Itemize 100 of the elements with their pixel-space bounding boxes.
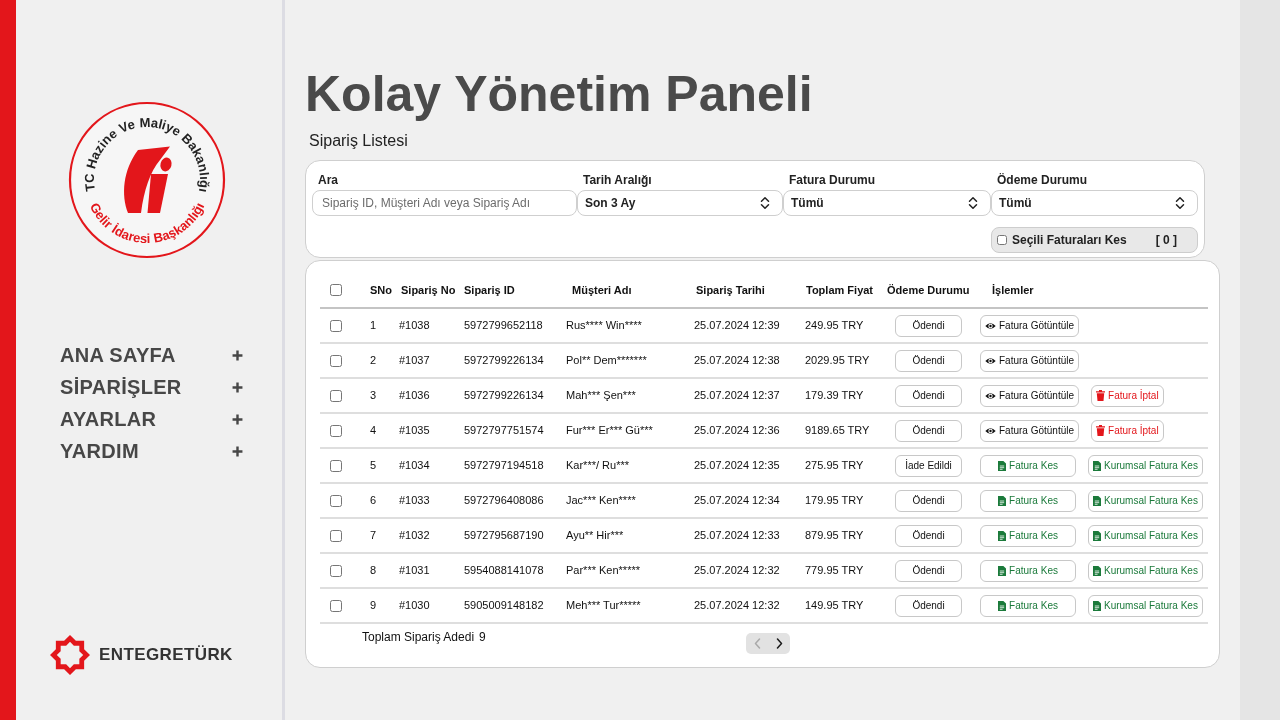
filter-label: Ara bbox=[317, 173, 338, 187]
table-cell: 3 bbox=[354, 378, 395, 413]
next-page-button[interactable] bbox=[768, 633, 790, 654]
select-field[interactable]: Son 3 Ay bbox=[577, 190, 783, 216]
table-cell: Meh*** Tur***** bbox=[560, 588, 690, 623]
issue-invoice-button[interactable]: Fatura Kes bbox=[980, 524, 1076, 547]
cancel-invoice-button[interactable]: Fatura İptal bbox=[1091, 384, 1164, 407]
row-checkbox[interactable] bbox=[330, 599, 342, 612]
column-header: Toplam Fiyat bbox=[800, 273, 883, 308]
table-cell: 25.07.2024 12:35 bbox=[690, 448, 800, 483]
issue-invoice-button[interactable]: Fatura Kes bbox=[980, 559, 1076, 582]
table-cell: 25.07.2024 12:36 bbox=[690, 413, 800, 448]
payment-status-button[interactable]: Ödendi bbox=[895, 594, 962, 617]
row-checkbox[interactable] bbox=[330, 354, 342, 367]
column-header: Sipariş Tarihi bbox=[690, 273, 800, 308]
row-checkbox[interactable] bbox=[330, 529, 342, 542]
table-cell: Jac*** Ken**** bbox=[560, 483, 690, 518]
row-checkbox[interactable] bbox=[330, 494, 342, 507]
payment-status-button[interactable]: Ödendi bbox=[895, 384, 962, 407]
corporate-invoice-button[interactable]: Kurumsal Fatura Kes bbox=[1088, 594, 1203, 617]
row-checkbox[interactable] bbox=[330, 564, 342, 577]
nav-link[interactable]: YARDIM bbox=[60, 435, 243, 467]
document-icon bbox=[998, 495, 1007, 506]
document-icon bbox=[1093, 600, 1101, 611]
table-cell: 25.07.2024 12:33 bbox=[690, 518, 800, 553]
document-icon bbox=[1093, 495, 1101, 506]
column-header: İşlemler bbox=[978, 273, 1208, 308]
brand-name: ENTEGRETÜRK bbox=[99, 644, 233, 667]
document-icon bbox=[998, 600, 1007, 611]
view-invoice-button[interactable]: Fatura Götüntüle bbox=[980, 314, 1080, 337]
table-cell: 25.07.2024 12:39 bbox=[690, 308, 800, 343]
trash-icon bbox=[1096, 425, 1106, 436]
star-logo-icon bbox=[50, 635, 90, 675]
table-cell: #1034 bbox=[395, 448, 459, 483]
table-cell: 5972799652118 bbox=[459, 308, 560, 343]
bulk-invoice-button[interactable]: Seçili Faturaları Kes [ 0 ] bbox=[991, 227, 1198, 253]
table-cell: 5954088141078 bbox=[459, 553, 560, 588]
row-checkbox[interactable] bbox=[330, 424, 342, 437]
view-invoice-button[interactable]: Fatura Götüntüle bbox=[980, 349, 1080, 372]
table-cell: 9 bbox=[354, 588, 395, 623]
payment-status-button[interactable]: Ödendi bbox=[895, 419, 962, 442]
table-cell: #1036 bbox=[395, 378, 459, 413]
checkbox[interactable] bbox=[997, 235, 1007, 245]
table-cell: #1037 bbox=[395, 343, 459, 378]
row-checkbox[interactable] bbox=[330, 459, 342, 472]
document-icon bbox=[998, 530, 1007, 541]
page-title: Kolay Yönetim Paneli bbox=[305, 65, 814, 124]
row-checkbox[interactable] bbox=[330, 319, 342, 332]
payment-status-button[interactable]: Ödendi bbox=[895, 349, 962, 372]
document-icon bbox=[1093, 565, 1101, 576]
payment-status-button[interactable]: İade Edildi bbox=[895, 454, 962, 477]
table-cell: 879.95 TRY bbox=[800, 518, 883, 553]
cancel-invoice-button[interactable]: Fatura İptal bbox=[1091, 419, 1164, 442]
view-invoice-button[interactable]: Fatura Götüntüle bbox=[980, 419, 1080, 442]
table-cell: 2029.95 TRY bbox=[800, 343, 883, 378]
search-field[interactable]: Sipariş ID, Müşteri Adı veya Sipariş Adı bbox=[312, 190, 577, 216]
eye-icon bbox=[985, 426, 996, 435]
column-header: Müşteri Adı bbox=[560, 273, 690, 308]
issue-invoice-button[interactable]: Fatura Kes bbox=[980, 489, 1076, 512]
corporate-invoice-button[interactable]: Kurumsal Fatura Kes bbox=[1088, 524, 1203, 547]
logo-text: Ve bbox=[116, 116, 137, 137]
column-header: Ödeme Durumu bbox=[883, 273, 978, 308]
issue-invoice-button[interactable]: Fatura Kes bbox=[980, 454, 1076, 477]
table-cell: 5972797194518 bbox=[459, 448, 560, 483]
table-cell: 5972795687190 bbox=[459, 518, 560, 553]
updown-chevron-icon bbox=[968, 196, 978, 210]
select-field[interactable]: Tümü bbox=[991, 190, 1198, 216]
corporate-invoice-button[interactable]: Kurumsal Fatura Kes bbox=[1088, 454, 1203, 477]
nav-link[interactable]: AYARLAR bbox=[60, 403, 243, 435]
select-all-checkbox[interactable] bbox=[330, 284, 342, 296]
view-invoice-button[interactable]: Fatura Götüntüle bbox=[980, 384, 1080, 407]
payment-status-button[interactable]: Ödendi bbox=[895, 559, 962, 582]
table-cell: #1033 bbox=[395, 483, 459, 518]
table-cell: 779.95 TRY bbox=[800, 553, 883, 588]
nav-link[interactable]: SİPARİŞLER bbox=[60, 371, 243, 403]
select-field[interactable]: Tümü bbox=[783, 190, 991, 216]
eye-icon bbox=[985, 356, 996, 365]
corporate-invoice-button[interactable]: Kurumsal Fatura Kes bbox=[1088, 489, 1203, 512]
filter-label: Ödeme Durumu bbox=[996, 173, 1087, 187]
payment-status-button[interactable]: Ödendi bbox=[895, 524, 962, 547]
table-cell: 9189.65 TRY bbox=[800, 413, 883, 448]
payment-status-button[interactable]: Ödendi bbox=[895, 314, 962, 337]
issue-invoice-button[interactable]: Fatura Kes bbox=[980, 594, 1076, 617]
table-cell: Rus**** Win**** bbox=[560, 308, 690, 343]
table-cell: 149.95 TRY bbox=[800, 588, 883, 623]
row-checkbox[interactable] bbox=[330, 389, 342, 402]
table-cell: 179.95 TRY bbox=[800, 483, 883, 518]
table-cell: #1030 bbox=[395, 588, 459, 623]
table-cell: 7 bbox=[354, 518, 395, 553]
table-cell: Ayu** Hir*** bbox=[560, 518, 690, 553]
corporate-invoice-button[interactable]: Kurumsal Fatura Kes bbox=[1088, 559, 1203, 582]
nav-link[interactable]: ANA SAYFA bbox=[60, 339, 243, 371]
updown-chevron-icon bbox=[1175, 196, 1185, 210]
payment-status-button[interactable]: Ödendi bbox=[895, 489, 962, 512]
document-icon bbox=[998, 565, 1007, 576]
logo-text: TC bbox=[81, 173, 98, 193]
table-cell: 8 bbox=[354, 553, 395, 588]
table-cell: 25.07.2024 12:34 bbox=[690, 483, 800, 518]
table-cell: 275.95 TRY bbox=[800, 448, 883, 483]
table-cell: Par*** Ken***** bbox=[560, 553, 690, 588]
